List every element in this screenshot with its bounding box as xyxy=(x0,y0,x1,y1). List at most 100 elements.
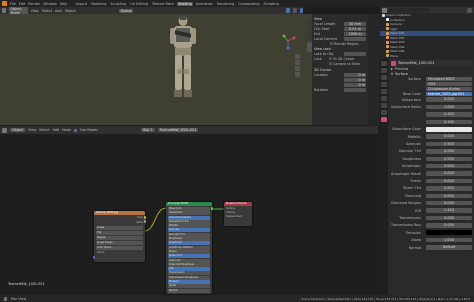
image-node-field[interactable]: Color Space xyxy=(96,246,143,250)
clip-end-field[interactable]: 1000 m xyxy=(344,31,366,36)
property-value[interactable]: 0.000 xyxy=(426,223,472,228)
output-tab-icon[interactable] xyxy=(381,75,387,80)
workspace-tab[interactable]: Shading xyxy=(176,1,193,6)
render-region-checkbox[interactable] xyxy=(330,42,333,45)
modifier-tab-icon[interactable] xyxy=(381,103,387,108)
image-node-field[interactable]: Single Image xyxy=(96,241,143,245)
shading-material-icon[interactable] xyxy=(299,8,304,13)
property-value[interactable]: 1.000 xyxy=(426,237,472,243)
editor-type-icon[interactable] xyxy=(2,8,6,13)
workspace-tab[interactable]: UV Editing xyxy=(129,2,149,6)
filter-icon[interactable] xyxy=(467,7,472,13)
viewport-menu-select[interactable]: Select xyxy=(42,9,52,13)
zoom-icon[interactable] xyxy=(295,54,300,59)
perspective-toggle-icon[interactable] xyxy=(295,72,300,77)
menu-render[interactable]: Render xyxy=(28,2,40,6)
workspace-tab[interactable]: Compositing xyxy=(237,2,260,6)
bsdf-output-socket[interactable] xyxy=(210,207,214,210)
property-value[interactable] xyxy=(426,230,472,235)
lock-to-object-field[interactable] xyxy=(344,51,366,56)
property-value[interactable]: 0.500 xyxy=(426,156,472,162)
color-output-socket[interactable] xyxy=(143,216,147,219)
bsdf-input-row[interactable]: Transmission xyxy=(168,271,210,276)
overlay-icon[interactable] xyxy=(286,8,290,13)
image-node-field[interactable]: Linear xyxy=(96,226,143,230)
material-selector[interactable]: TextureMat_1001.001 xyxy=(157,128,199,132)
to-3d-cursor-checkbox[interactable] xyxy=(329,57,332,60)
cursor-y-field[interactable]: 0 m xyxy=(344,77,366,82)
property-value[interactable]: 0.000 xyxy=(426,171,472,176)
property-value[interactable]: 0.500 xyxy=(426,186,472,191)
bsdf-input-row[interactable]: Normal xyxy=(168,288,210,293)
property-value[interactable]: 0.000 xyxy=(426,163,472,169)
image-node-field[interactable]: Color xyxy=(96,216,143,220)
use-nodes-checkbox[interactable] xyxy=(74,128,77,132)
property-value[interactable]: 0.500 xyxy=(426,141,472,147)
bsdf-input-row[interactable]: Subsurface xyxy=(168,211,210,216)
data-tab-icon[interactable] xyxy=(381,110,387,115)
shader-node-editor[interactable]: texture_1001.jpg Color Alpha Linear Flat Rep… xyxy=(0,134,378,295)
principled-bsdf-node[interactable]: Principled BSDF Base Color Subsurface Subs… xyxy=(166,202,214,294)
camera-to-view-checkbox[interactable] xyxy=(329,62,332,65)
property-value[interactable]: 0.000 xyxy=(426,178,472,184)
bsdf-input-row[interactable]: Sheen Tint xyxy=(168,254,210,259)
image-node-field[interactable]: Repeat xyxy=(96,236,143,240)
shader-type-dropdown[interactable]: Object xyxy=(10,128,26,132)
base-color-field[interactable]: texture_1001.jpg.001 xyxy=(426,91,472,96)
property-value[interactable]: 0.000 xyxy=(426,97,472,102)
property-value[interactable] xyxy=(426,127,472,132)
menu-file[interactable]: File xyxy=(10,2,16,6)
bsdf-input-row[interactable]: Specular xyxy=(168,228,210,233)
property-value[interactable]: 0.000 xyxy=(426,193,472,199)
node-menu-node[interactable]: Node xyxy=(62,128,71,132)
workspace-tab[interactable]: Animation xyxy=(195,2,214,6)
cursor-x-field[interactable]: 0 m xyxy=(344,72,366,77)
node-menu-add[interactable]: Add xyxy=(53,128,60,132)
outliner-item[interactable]: Plane xyxy=(380,54,474,59)
workspace-tab[interactable]: Scripting xyxy=(263,2,280,6)
property-value[interactable]: 1.450 xyxy=(426,208,472,213)
bsdf-input-row[interactable]: Alpha xyxy=(168,284,210,289)
node-menu-view[interactable]: View xyxy=(28,128,36,132)
render-tab-icon[interactable] xyxy=(381,68,387,73)
cursor-z-field[interactable]: 0 m xyxy=(344,82,366,87)
menu-edit[interactable]: Edit xyxy=(19,2,26,6)
bsdf-input-row[interactable]: Anisotropic xyxy=(168,241,210,246)
property-value[interactable]: 0.100 xyxy=(426,119,472,125)
property-value[interactable]: 0.000 xyxy=(426,134,472,139)
property-value[interactable]: Default xyxy=(426,245,472,250)
property-value[interactable]: 1.000 xyxy=(426,104,472,110)
scene-tab-icon[interactable] xyxy=(381,82,387,87)
distribution-dropdown[interactable]: GGX xyxy=(426,81,472,86)
viewport-menu-object[interactable]: Object xyxy=(65,9,76,13)
menu-help[interactable]: Help xyxy=(60,2,68,6)
image-texture-node[interactable]: texture_1001.jpg Color Alpha Linear Flat Rep… xyxy=(92,211,147,262)
material-tab-icon[interactable] xyxy=(381,117,387,122)
menu-window[interactable]: Window xyxy=(43,2,56,6)
property-value[interactable]: 0.000 xyxy=(426,149,472,154)
workspace-tab[interactable]: Texture Paint xyxy=(151,2,175,6)
3d-viewport[interactable] xyxy=(0,14,303,125)
image-node-field[interactable]: Alpha xyxy=(96,221,143,225)
property-value[interactable]: 0.000 xyxy=(426,215,472,221)
property-value[interactable]: 0.030 xyxy=(426,200,472,206)
viewport-menu-add[interactable]: Add xyxy=(55,9,62,13)
bsdf-input-row[interactable]: Clearcoat xyxy=(168,258,210,263)
shading-solid-icon[interactable] xyxy=(293,8,297,13)
object-tab-icon[interactable] xyxy=(381,96,387,101)
image-node-field[interactable]: Flat xyxy=(96,231,143,235)
alpha-output-socket[interactable] xyxy=(143,220,147,223)
node-menu-select[interactable]: Select xyxy=(39,128,49,132)
slot-dropdown[interactable]: Slot 1 xyxy=(141,128,155,132)
outliner-editor-icon[interactable] xyxy=(382,7,387,13)
viewport-menu-view[interactable]: View xyxy=(31,9,39,13)
outliner-search-input[interactable] xyxy=(389,8,429,12)
node-editor-type-icon[interactable] xyxy=(2,127,7,133)
workspace-tab[interactable]: Rendering xyxy=(216,2,235,6)
workspace-tab[interactable]: Sculpting xyxy=(109,2,127,6)
vector-input-socket[interactable] xyxy=(92,256,96,259)
material-output-node[interactable]: Material Output Surface Volume Displacemen… xyxy=(224,202,252,226)
surface-shader-field[interactable]: Principled BSDF xyxy=(426,76,472,81)
workspace-tab[interactable]: Layout xyxy=(74,2,88,6)
cursor-rotation-field[interactable] xyxy=(344,87,366,92)
